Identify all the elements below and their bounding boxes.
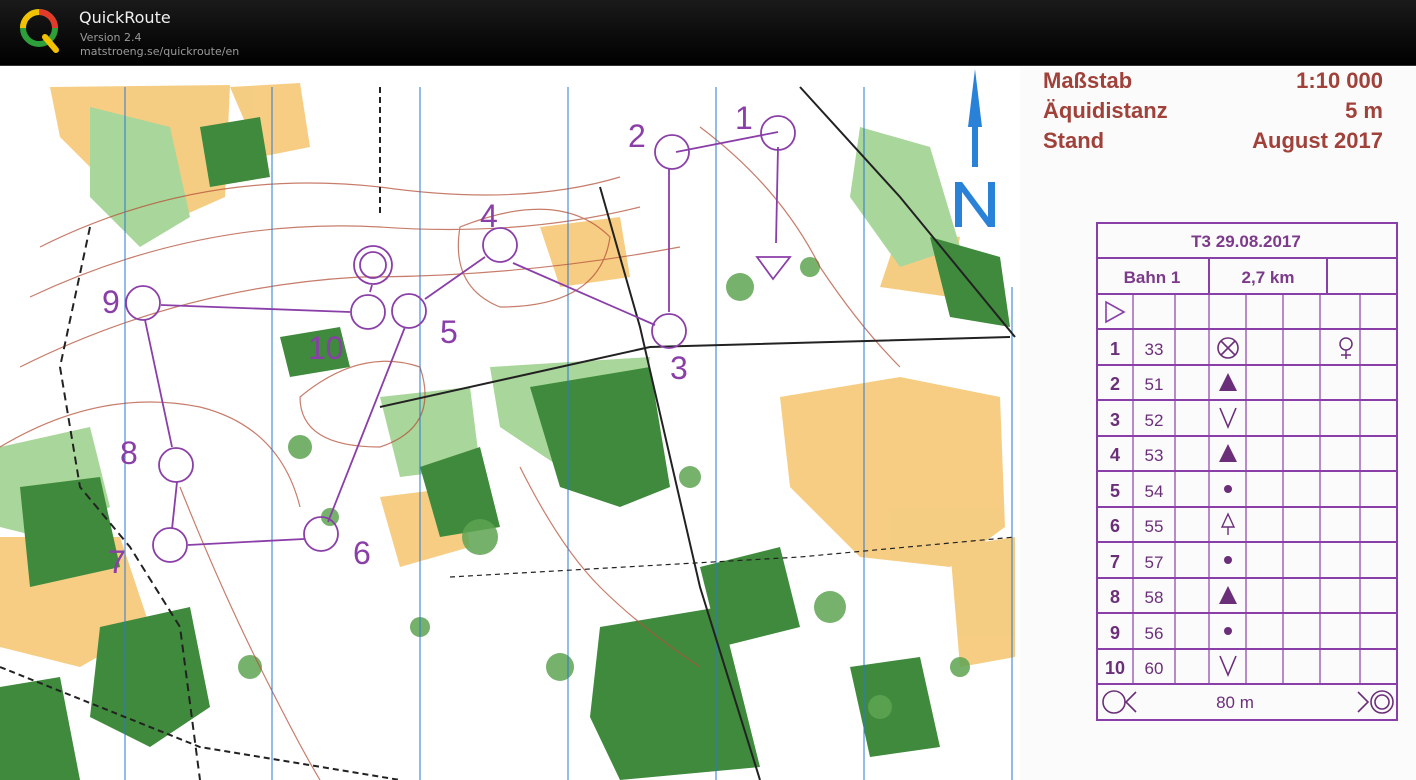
- course-name: Bahn 1: [1124, 268, 1181, 287]
- row-number: 4: [1110, 445, 1120, 465]
- quickroute-logo-icon: [20, 9, 59, 53]
- row-number: 1: [1110, 339, 1120, 359]
- row-code: 56: [1145, 624, 1164, 643]
- row-number: 10: [1105, 658, 1125, 678]
- row-code: 54: [1145, 482, 1164, 501]
- control-label-6: 6: [353, 535, 371, 571]
- ruin-icon: [1217, 337, 1239, 359]
- control-row-6: 6 55: [1110, 512, 1236, 536]
- app-url-link[interactable]: matstroeng.se/quickroute/en: [80, 45, 239, 58]
- control-label-3: 3: [670, 350, 688, 386]
- knoll-icon: [1224, 627, 1232, 635]
- map-viewport[interactable]: 1 2 3 4 5 6 7 8 9 10 Maßstab 1:10 000 Äq…: [0, 67, 1416, 780]
- title-bar: QuickRoute Version 2.4 matstroeng.se/qui…: [0, 0, 1416, 66]
- date-row: Stand August 2017: [1043, 128, 1383, 158]
- scale-label: Maßstab: [1043, 68, 1133, 93]
- knoll-icon: [1224, 485, 1232, 493]
- re-entrant-icon: [1219, 655, 1237, 678]
- control-label-1: 1: [735, 100, 753, 136]
- row-code: 51: [1145, 375, 1164, 394]
- control-row-1: 1 33: [1110, 337, 1353, 359]
- control-row-4: 4 53: [1110, 444, 1237, 465]
- scale-value: 1:10 000: [1296, 68, 1383, 93]
- control-label-10: 10: [308, 330, 344, 366]
- control-row-8: 8 58: [1110, 586, 1237, 607]
- row-number: 7: [1110, 552, 1120, 572]
- row-number: 5: [1110, 481, 1120, 501]
- row-code: 53: [1145, 446, 1164, 465]
- control-row-3: 3 52: [1110, 407, 1237, 430]
- card-title: T3 29.08.2017: [1191, 232, 1301, 251]
- finish-row: 80 m: [1102, 690, 1394, 714]
- course-length: 2,7 km: [1242, 268, 1295, 287]
- control-row-7: 7 57: [1110, 552, 1232, 572]
- control-description-card: T3 29.08.2017 Bahn 1 2,7 km 1 33 2 51 3 …: [1096, 222, 1398, 721]
- water-point-icon: [1339, 337, 1353, 359]
- scale-row: Maßstab 1:10 000: [1043, 68, 1383, 98]
- orienteering-map[interactable]: 1 2 3 4 5 6 7 8 9 10: [0, 67, 1020, 780]
- row-number: 8: [1110, 587, 1120, 607]
- control-row-9: 9 56: [1110, 623, 1232, 643]
- finish-distance: 80 m: [1216, 693, 1254, 712]
- contour-row: Äquidistanz 5 m: [1043, 98, 1383, 128]
- date-value: August 2017: [1252, 128, 1383, 153]
- control-row-5: 5 54: [1110, 481, 1232, 501]
- row-number: 2: [1110, 374, 1120, 394]
- control-label-9: 9: [102, 284, 120, 320]
- re-entrant-icon: [1219, 407, 1237, 430]
- row-number: 9: [1110, 623, 1120, 643]
- control-row-10: 10 60: [1105, 655, 1237, 678]
- boulder-icon: [1219, 373, 1237, 391]
- control-label-2: 2: [628, 118, 646, 154]
- row-number: 3: [1110, 410, 1120, 430]
- row-code: 33: [1145, 340, 1164, 359]
- contour-label: Äquidistanz: [1043, 98, 1168, 123]
- north-arrow-icon: [955, 69, 995, 227]
- control-row-2: 2 51: [1110, 373, 1237, 394]
- contour-value: 5 m: [1345, 98, 1383, 123]
- distinctive-tree-icon: [1220, 512, 1236, 535]
- row-code: 57: [1145, 553, 1164, 572]
- control-label-4: 4: [480, 198, 498, 234]
- boulder-icon: [1219, 586, 1237, 604]
- finish-icon: [1357, 690, 1394, 714]
- date-label: Stand: [1043, 128, 1105, 153]
- control-label-5: 5: [440, 314, 458, 350]
- row-code: 52: [1145, 411, 1164, 430]
- control-label-8: 8: [120, 435, 138, 471]
- row-number: 6: [1110, 516, 1120, 536]
- row-code: 58: [1145, 588, 1164, 607]
- row-code: 55: [1145, 517, 1164, 536]
- app-version: Version 2.4: [80, 31, 142, 44]
- row-code: 60: [1145, 659, 1164, 678]
- control-circle-icon: [1102, 690, 1137, 714]
- control-label-7: 7: [108, 544, 126, 580]
- start-triangle-icon: [1105, 300, 1126, 324]
- boulder-icon: [1219, 444, 1237, 462]
- knoll-icon: [1224, 556, 1232, 564]
- app-title: QuickRoute: [79, 8, 171, 27]
